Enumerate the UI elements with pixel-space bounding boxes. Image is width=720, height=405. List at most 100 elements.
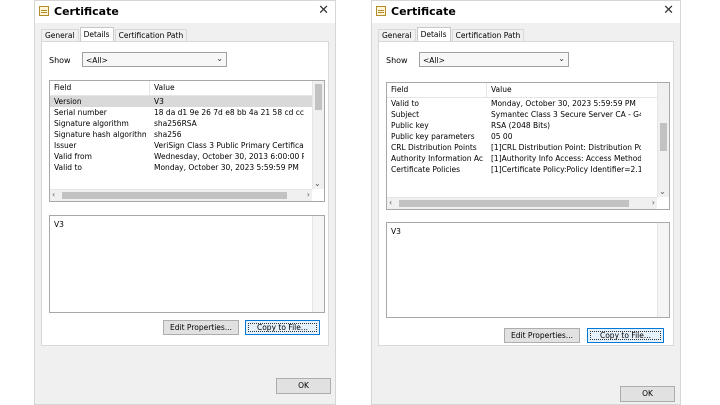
field-name: Public key parameters [391, 132, 475, 141]
field-value: sha256RSA [154, 119, 197, 128]
field-value: [1]CRL Distribution Point: Distribution … [491, 143, 641, 152]
list-item[interactable]: Subject Symantec Class 3 Secure Server CA… [387, 109, 657, 120]
list-item[interactable]: Authority Information Access [1]Authority… [387, 153, 657, 164]
show-dropdown-value: <All> [423, 56, 445, 65]
vertical-scrollbar[interactable] [657, 223, 669, 317]
chevron-right-icon[interactable]: › [307, 190, 310, 199]
field-name: Version [54, 97, 82, 106]
tab-details[interactable]: Details [416, 27, 451, 42]
field-name: Serial number [54, 108, 107, 117]
ok-button[interactable]: OK [276, 378, 331, 394]
title-bar[interactable]: Certificate ✕ [372, 1, 680, 23]
field-name: Subject [391, 110, 420, 119]
fields-list: Field Value Valid to Monday, October 30, … [386, 82, 670, 210]
copy-to-file-button[interactable]: Copy to File... [245, 320, 320, 335]
chevron-left-icon[interactable]: ‹ [52, 190, 55, 199]
field-value: 05 00 [491, 132, 513, 141]
list-item[interactable]: Valid from Wednesday, October 30, 2013 6:… [50, 151, 312, 162]
dialog-title: Certificate [391, 5, 456, 18]
column-header-field[interactable]: Field [54, 83, 71, 92]
list-item[interactable]: Valid to Monday, October 30, 2023 5:59:59… [50, 162, 312, 173]
list-item[interactable]: Certificate Policies [1]Certificate Polic… [387, 164, 657, 175]
tab-details[interactable]: Details [79, 27, 114, 42]
details-panel: Show <All> ⌄ Field Value Version V3 Seria… [41, 41, 329, 346]
field-detail-text: V3 [54, 220, 64, 229]
tab-strip: General Details Certification Path [378, 27, 525, 42]
list-item[interactable]: Public key RSA (2048 Bits) [387, 120, 657, 131]
column-divider[interactable] [149, 81, 150, 95]
certificate-dialog-right: Certificate ✕ General Details Certificat… [371, 0, 681, 405]
list-item[interactable]: Serial number 18 da d1 9e 26 7d e8 bb 4a … [50, 107, 312, 118]
list-item[interactable]: Valid to Monday, October 30, 2023 5:59:59… [387, 98, 657, 109]
title-bar[interactable]: Certificate ✕ [35, 1, 335, 23]
field-value: RSA (2048 Bits) [491, 121, 551, 130]
close-icon[interactable]: ✕ [318, 3, 329, 18]
field-name: Public key [391, 121, 429, 130]
chevron-left-icon[interactable]: ‹ [389, 198, 392, 207]
show-label: Show [49, 56, 71, 65]
details-panel: Show <All> ⌄ Field Value Valid to Monday,… [378, 41, 674, 346]
field-value: V3 [154, 97, 164, 106]
edit-properties-button[interactable]: Edit Properties... [504, 328, 580, 343]
field-name: Valid to [391, 99, 419, 108]
list-item[interactable]: Signature hash algorithm sha256 [50, 129, 312, 140]
chevron-right-icon[interactable]: › [652, 198, 655, 207]
focus-rectangle [590, 331, 661, 340]
fields-list: Field Value Version V3 Serial number 18 da… [49, 80, 325, 202]
column-divider[interactable] [486, 83, 487, 97]
chevron-down-icon: ⌄ [216, 54, 223, 63]
field-name: Authority Information Access [391, 154, 483, 163]
field-detail-box[interactable]: V3 [49, 215, 325, 313]
field-value: [1]Certificate Policy:Policy Identifier=… [491, 165, 641, 174]
list-item[interactable]: Issuer VeriSign Class 3 Public Primary Ce… [50, 140, 312, 151]
edit-properties-button[interactable]: Edit Properties... [163, 320, 239, 335]
scrollbar-thumb[interactable] [399, 200, 629, 207]
field-detail-box[interactable]: V3 [386, 222, 670, 318]
show-dropdown-value: <All> [86, 56, 108, 65]
field-name: Signature algorithm [54, 119, 129, 128]
scrollbar-thumb[interactable] [315, 84, 322, 110]
list-item[interactable]: Signature algorithm sha256RSA [50, 118, 312, 129]
column-header-value[interactable]: Value [491, 85, 512, 94]
field-name: Valid from [54, 152, 92, 161]
scrollbar-thumb[interactable] [660, 123, 667, 151]
list-item[interactable]: Public key parameters 05 00 [387, 131, 657, 142]
close-icon[interactable]: ✕ [663, 3, 674, 18]
list-header: Field Value [387, 83, 657, 98]
field-value: 18 da d1 9e 26 7d e8 bb 4a 21 58 cd cc 6… [154, 108, 304, 117]
tab-strip: General Details Certification Path [41, 27, 188, 42]
list-item[interactable]: Version V3 [50, 96, 312, 107]
field-value: Wednesday, October 30, 2013 6:00:00 PM [154, 152, 304, 161]
show-dropdown[interactable]: <All> ⌄ [419, 52, 569, 67]
show-label: Show [386, 56, 408, 65]
field-value: Symantec Class 3 Secure Server CA - G4 [491, 110, 641, 119]
ok-button[interactable]: OK [620, 386, 675, 402]
column-header-field[interactable]: Field [391, 85, 408, 94]
horizontal-scrollbar[interactable]: ‹ › [50, 189, 312, 201]
field-value: Monday, October 30, 2023 5:59:59 PM [491, 99, 636, 108]
field-value: sha256 [154, 130, 182, 139]
list-item[interactable]: CRL Distribution Points [1]CRL Distributi… [387, 142, 657, 153]
vertical-scrollbar[interactable] [312, 216, 324, 312]
copy-to-file-button[interactable]: Copy to File... [587, 328, 664, 343]
list-header: Field Value [50, 81, 312, 96]
field-value: Monday, October 30, 2023 5:59:59 PM [154, 163, 299, 172]
show-dropdown[interactable]: <All> ⌄ [82, 52, 227, 67]
field-name: Certificate Policies [391, 165, 461, 174]
chevron-down-icon: ⌄ [558, 54, 565, 63]
field-detail-text: V3 [391, 227, 401, 236]
vertical-scrollbar[interactable]: ⌄ [312, 81, 324, 189]
column-header-value[interactable]: Value [154, 83, 175, 92]
field-name: Issuer [54, 141, 77, 150]
horizontal-scrollbar[interactable]: ‹ › [387, 197, 657, 209]
chevron-down-icon[interactable]: ⌄ [659, 187, 666, 196]
focus-rectangle [248, 323, 317, 332]
field-name: Valid to [54, 163, 82, 172]
scrollbar-thumb[interactable] [62, 192, 287, 199]
chevron-down-icon[interactable]: ⌄ [314, 179, 321, 188]
list-rows: Version V3 Serial number 18 da d1 9e 26 7d… [50, 96, 312, 173]
dialog-title: Certificate [54, 5, 119, 18]
vertical-scrollbar[interactable]: ⌄ [657, 83, 669, 197]
field-value: VeriSign Class 3 Public Primary Certific… [154, 141, 304, 150]
certificate-dialog-left: Certificate ✕ General Details Certificat… [34, 0, 336, 405]
